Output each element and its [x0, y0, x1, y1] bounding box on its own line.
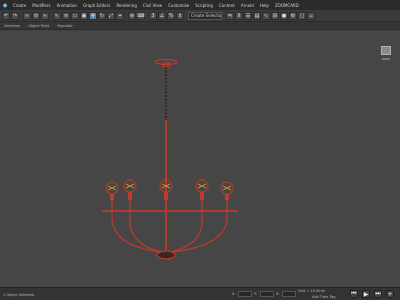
main-toolbar: ↶ ↷ ∞ ⊘ ≈ ↖ ≡ ▭ ▣ ✥ ↻ ⤢ ⌖ ⊕ ⌨ 3 ∠ % ⇕ Cr…: [0, 10, 400, 22]
chandelier-model[interactable]: [0, 31, 400, 287]
angle-snap-icon[interactable]: ∠: [158, 11, 166, 20]
menu-rendering[interactable]: Rendering: [113, 3, 139, 8]
toggle-ribbon-icon[interactable]: ▤: [253, 11, 261, 20]
arm-3: [169, 200, 203, 253]
arm-4: [171, 200, 228, 253]
rect-selection-icon[interactable]: ▭: [71, 11, 79, 20]
bind-space-warp-icon[interactable]: ≈: [41, 11, 49, 20]
add-time-tag[interactable]: Add Time Tag: [312, 295, 336, 299]
schematic-view-icon[interactable]: ⊞: [271, 11, 279, 20]
select-move-icon[interactable]: ✥: [89, 11, 97, 20]
go-to-start-icon[interactable]: ⏮: [350, 290, 358, 298]
auto-key-icon[interactable]: ⏭: [374, 290, 382, 298]
pivot-icon[interactable]: ⊕: [128, 11, 136, 20]
coord-z-field[interactable]: [282, 291, 296, 297]
undo-icon[interactable]: ↶: [2, 11, 10, 20]
menu-customize[interactable]: Customize: [165, 3, 192, 8]
redo-icon[interactable]: ↷: [11, 11, 19, 20]
spinner-snap-icon[interactable]: ⇕: [176, 11, 184, 20]
menu-modifiers[interactable]: Modifiers: [29, 3, 53, 8]
ribbon-tab-populate[interactable]: Populate: [57, 24, 72, 28]
grid-text: Grid = 10.0mm: [298, 289, 326, 293]
select-by-name-icon[interactable]: ≡: [62, 11, 70, 20]
menu-scripting[interactable]: Scripting: [192, 3, 216, 8]
add-icon[interactable]: +: [386, 290, 394, 298]
play-icon[interactable]: ▶: [362, 290, 370, 298]
app-logo-icon[interactable]: ◆: [0, 0, 10, 10]
coord-x-label: X:: [232, 292, 236, 296]
menu-help[interactable]: Help: [257, 3, 272, 8]
arm-2: [129, 200, 163, 253]
render-setup-icon[interactable]: ⚙: [289, 11, 297, 20]
mirror-icon[interactable]: ⇋: [226, 11, 234, 20]
menu-zoomcard[interactable]: ZOOMCARD: [272, 3, 302, 8]
select-object-icon[interactable]: ↖: [53, 11, 61, 20]
selection-set-dropdown[interactable]: Create Selection Se: [188, 11, 222, 20]
menu-content[interactable]: Content: [216, 3, 238, 8]
menu-animation[interactable]: Animation: [54, 3, 80, 8]
bottom-hub: [156, 250, 176, 260]
snaps-toggle-icon[interactable]: 3: [149, 11, 157, 20]
ribbon-tab-selection[interactable]: Selection: [4, 24, 20, 28]
window-crossing-icon[interactable]: ▣: [80, 11, 88, 20]
ribbon-tab-object-paint[interactable]: Object Paint: [28, 24, 49, 28]
select-scale-icon[interactable]: ⤢: [107, 11, 115, 20]
coord-y-field[interactable]: [260, 291, 274, 297]
ribbon: Selection Object Paint Populate: [0, 22, 400, 30]
menu-bar: ◆ Create Modifiers Animation Graph Edito…: [0, 0, 400, 10]
keyboard-shortcut-icon[interactable]: ⌨: [137, 11, 145, 20]
select-place-icon[interactable]: ⌖: [116, 11, 124, 20]
rendered-frame-icon[interactable]: ▢: [298, 11, 306, 20]
perspective-viewport[interactable]: [0, 31, 400, 287]
align-icon[interactable]: ⫴: [235, 11, 243, 20]
percent-snap-icon[interactable]: %: [167, 11, 175, 20]
material-editor-icon[interactable]: ●: [280, 11, 288, 20]
coord-y-label: Y:: [254, 292, 257, 296]
curve-editor-icon[interactable]: ∿: [262, 11, 270, 20]
unlink-icon[interactable]: ⊘: [32, 11, 40, 20]
menu-civil-view[interactable]: Civil View: [140, 3, 165, 8]
render-icon[interactable]: ☕: [307, 11, 315, 20]
status-bar: 1 Object Selected X: Y: Z: Grid = 10.0mm…: [0, 287, 400, 300]
coord-z-label: Z:: [276, 292, 280, 296]
menu-arnold[interactable]: Arnold: [238, 3, 257, 8]
status-left-text: 1 Object Selected: [3, 293, 35, 297]
menu-graph-editors[interactable]: Graph Editors: [80, 3, 113, 8]
arm-1: [111, 200, 161, 253]
layer-explorer-icon[interactable]: ☰: [244, 11, 252, 20]
menu-create[interactable]: Create: [10, 3, 29, 8]
canopy-plate: [154, 58, 178, 66]
coord-x-field[interactable]: [238, 291, 252, 297]
link-icon[interactable]: ∞: [23, 11, 31, 20]
select-rotate-icon[interactable]: ↻: [98, 11, 106, 20]
